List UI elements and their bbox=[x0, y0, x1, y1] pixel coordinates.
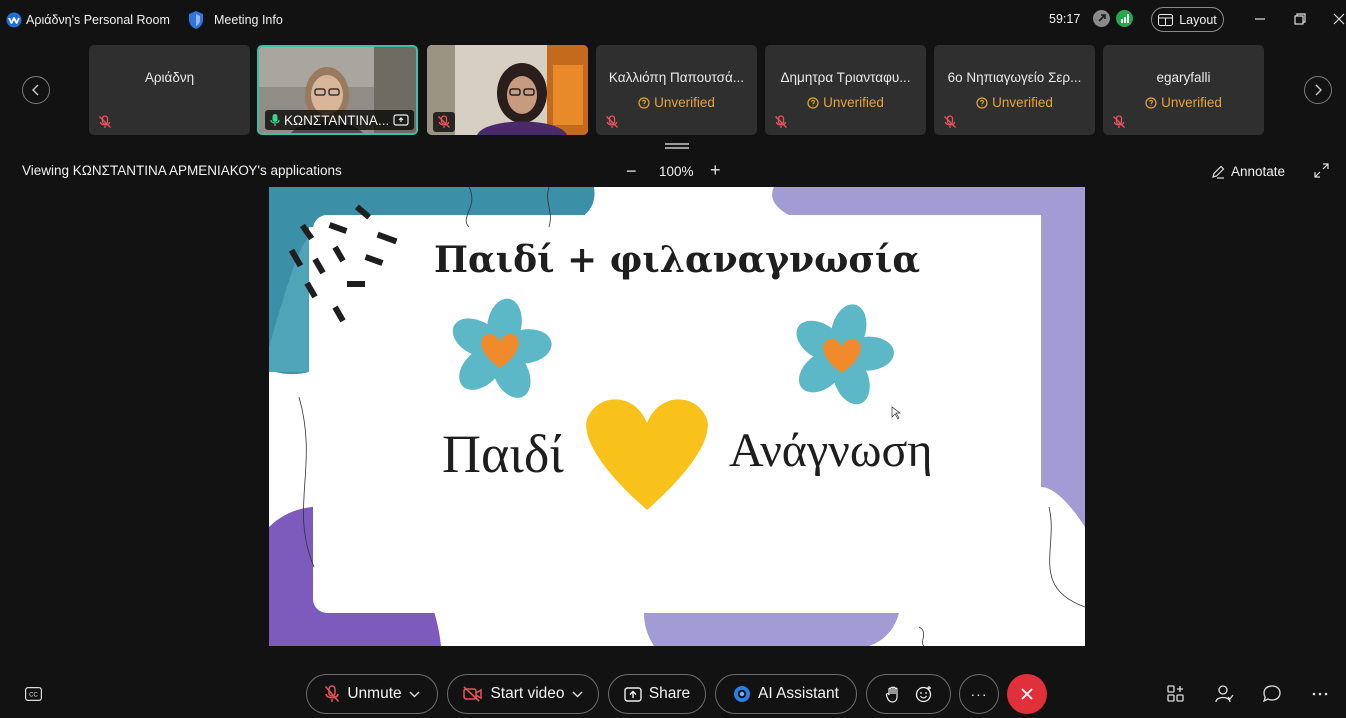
unverified-status: Unverified bbox=[934, 95, 1095, 110]
share-button[interactable]: Share bbox=[608, 674, 706, 714]
meeting-timer: 59:17 bbox=[1049, 12, 1081, 26]
unverified-status: Unverified bbox=[596, 95, 757, 110]
layout-label: Layout bbox=[1179, 12, 1217, 27]
end-call-button[interactable] bbox=[1007, 674, 1047, 714]
more-icon: ··· bbox=[970, 686, 988, 702]
strip-prev-button[interactable] bbox=[22, 76, 50, 104]
shared-screen[interactable]: Παιδί + φιλαναγνωσία Παιδί Ανάγνωση bbox=[269, 187, 1085, 646]
share-status-icon[interactable] bbox=[1093, 10, 1110, 27]
layout-icon bbox=[1158, 13, 1174, 26]
minimize-icon[interactable] bbox=[1252, 11, 1268, 27]
strip-next-button[interactable] bbox=[1304, 76, 1332, 104]
start-video-label: Start video bbox=[490, 685, 565, 702]
unverified-status: Unverified bbox=[1103, 95, 1264, 110]
warning-circle-icon bbox=[807, 96, 819, 109]
signal-icon[interactable] bbox=[1116, 10, 1133, 27]
status-text: Unverified bbox=[992, 95, 1053, 110]
reactions-group bbox=[866, 674, 951, 714]
participant-name: egaryfalli bbox=[1156, 70, 1211, 85]
chevron-right-icon bbox=[1315, 84, 1322, 96]
share-icon bbox=[624, 686, 642, 702]
shield-icon[interactable] bbox=[187, 10, 205, 30]
ai-assistant-icon bbox=[734, 686, 750, 702]
svg-text:CC: CC bbox=[29, 693, 38, 699]
mic-off-icon bbox=[606, 115, 618, 128]
participant-name: 6ο Νηπιαγωγείο Σερ... bbox=[947, 70, 1082, 85]
participant-tile[interactable]: Δημητρα Τριανταφυ... Unverified bbox=[765, 45, 926, 135]
participant-name-tag bbox=[433, 112, 455, 132]
meeting-info-link[interactable]: Meeting Info bbox=[214, 13, 283, 27]
slide-word-left: Παιδί bbox=[442, 424, 564, 484]
apps-icon[interactable] bbox=[1166, 684, 1186, 704]
zoom-in-button[interactable]: + bbox=[710, 160, 721, 181]
viewing-label: Viewing ΚΩΝΣΤΑΝΤΙΝΑ ΑΡΜΕΝΙΑΚΟΥ's applica… bbox=[22, 163, 342, 178]
mic-off-icon bbox=[99, 115, 111, 128]
share-label: Share bbox=[648, 685, 691, 702]
more-icon[interactable] bbox=[1310, 684, 1330, 704]
reaction-icon[interactable] bbox=[915, 685, 933, 703]
status-text: Unverified bbox=[654, 95, 715, 110]
chevron-left-icon bbox=[32, 84, 39, 96]
chat-icon[interactable] bbox=[1262, 684, 1282, 704]
annotate-button[interactable]: Annotate bbox=[1211, 164, 1285, 179]
participant-tile[interactable]: egaryfalli Unverified bbox=[1103, 45, 1264, 135]
participant-tile[interactable]: Καλλιόπη Παπουτσά... Unverified bbox=[596, 45, 757, 135]
chevron-down-icon[interactable] bbox=[409, 691, 420, 698]
participant-name: Καλλιόπη Παπουτσά... bbox=[608, 70, 745, 85]
captions-icon[interactable]: CC bbox=[25, 687, 42, 701]
mic-off-icon bbox=[944, 115, 956, 128]
mic-off-icon bbox=[775, 115, 787, 128]
warning-circle-icon bbox=[976, 96, 988, 109]
more-options-button[interactable]: ··· bbox=[959, 674, 999, 714]
participant-tile[interactable]: Αριάδνη bbox=[89, 45, 250, 135]
unmute-button[interactable]: Unmute bbox=[306, 674, 438, 714]
annotate-pen-icon bbox=[1212, 165, 1225, 179]
mic-off-icon bbox=[438, 115, 450, 128]
slide-word-right: Ανάγνωση bbox=[729, 424, 933, 477]
ai-assistant-button[interactable]: AI Assistant bbox=[715, 674, 857, 714]
participant-tile-active[interactable]: ΚΩΝΣΤΑΝΤΙΝΑ... bbox=[257, 45, 418, 135]
video-off-icon bbox=[463, 686, 483, 702]
room-title: Αριάδνη's Personal Room bbox=[26, 13, 170, 27]
unverified-status: Unverified bbox=[765, 95, 926, 110]
raise-hand-icon[interactable] bbox=[885, 685, 901, 703]
start-video-button[interactable]: Start video bbox=[447, 674, 599, 714]
mic-off-icon bbox=[1113, 115, 1125, 128]
strip-resize-handle[interactable] bbox=[665, 143, 689, 149]
warning-circle-icon bbox=[638, 96, 650, 109]
warning-circle-icon bbox=[1145, 96, 1157, 109]
webex-logo-icon bbox=[6, 12, 22, 28]
status-text: Unverified bbox=[1161, 95, 1222, 110]
ai-assistant-label: AI Assistant bbox=[758, 685, 839, 702]
end-call-icon bbox=[1021, 688, 1033, 700]
title-bar: Αριάδνη's Personal Room Meeting Info 59:… bbox=[0, 0, 1346, 40]
participant-tile[interactable] bbox=[427, 45, 588, 135]
mic-on-icon bbox=[270, 114, 280, 126]
chevron-down-icon[interactable] bbox=[572, 691, 583, 698]
unmute-label: Unmute bbox=[347, 685, 402, 702]
participant-name: Αριάδνη bbox=[144, 70, 195, 85]
layout-button[interactable]: Layout bbox=[1151, 7, 1224, 32]
screen-share-icon bbox=[393, 114, 409, 126]
status-text: Unverified bbox=[823, 95, 884, 110]
close-icon[interactable] bbox=[1331, 11, 1346, 27]
participants-icon[interactable] bbox=[1214, 684, 1234, 704]
participant-name-tag: ΚΩΝΣΤΑΝΤΙΝΑ... bbox=[265, 110, 415, 130]
zoom-level: 100% bbox=[659, 164, 694, 179]
mic-off-icon bbox=[325, 685, 340, 703]
participant-name: Δημητρα Τριανταφυ... bbox=[780, 70, 911, 85]
participant-name: ΚΩΝΣΤΑΝΤΙΝΑ... bbox=[284, 112, 390, 128]
restore-icon[interactable] bbox=[1292, 11, 1308, 27]
expand-icon[interactable] bbox=[1314, 163, 1329, 178]
slide-title: Παιδί + φιλαναγνωσία bbox=[433, 239, 921, 281]
zoom-out-button[interactable]: − bbox=[626, 161, 637, 182]
participant-tile[interactable]: 6ο Νηπιαγωγείο Σερ... Unverified bbox=[934, 45, 1095, 135]
annotate-label: Annotate bbox=[1231, 164, 1286, 179]
